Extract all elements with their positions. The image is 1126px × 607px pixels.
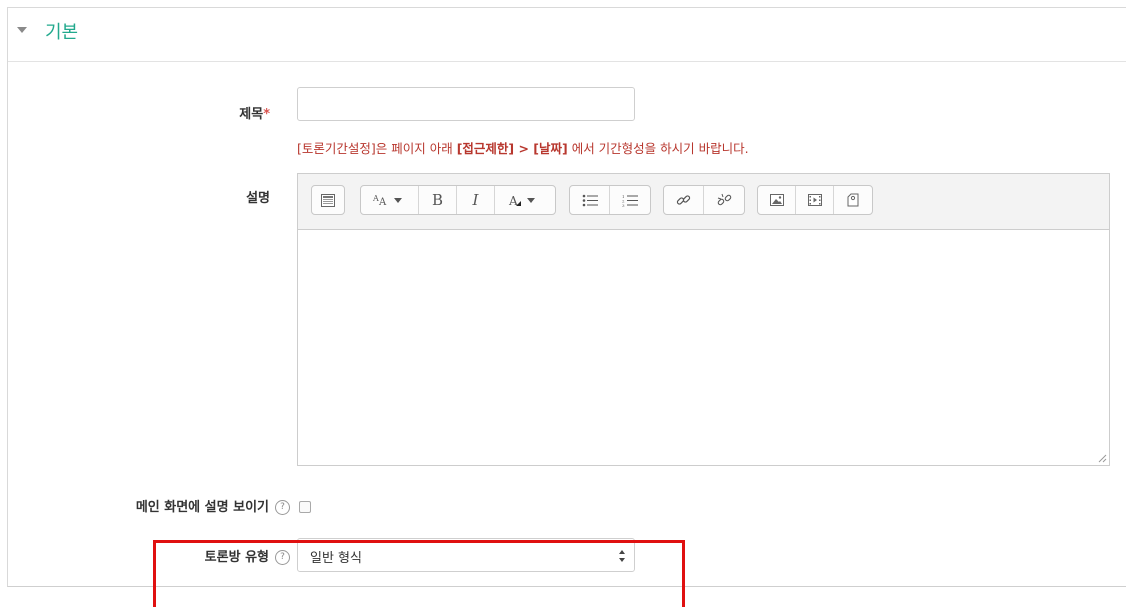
svg-text:A: A: [378, 197, 387, 207]
show-description-checkbox[interactable]: [299, 501, 311, 513]
resize-handle-icon[interactable]: [1098, 454, 1107, 463]
image-icon[interactable]: [758, 186, 796, 214]
help-icon[interactable]: ?: [275, 500, 290, 515]
unlink-icon[interactable]: [704, 186, 744, 214]
show-description-label: 메인 화면에 설명 보이기?: [40, 496, 290, 515]
svg-text:A: A: [372, 194, 379, 203]
manage-files-icon[interactable]: [834, 186, 872, 214]
bold-icon[interactable]: B: [419, 186, 457, 214]
svg-text:A: A: [508, 194, 518, 207]
section-header[interactable]: 기본: [8, 8, 1126, 62]
section-title[interactable]: 기본: [45, 18, 78, 44]
notice-text: [토론기간설정]은 페이지 아래 [접근제한] > [날짜] 에서 기간형성을 …: [297, 141, 749, 156]
numbered-list-icon[interactable]: 123: [610, 186, 650, 214]
editor-toolbar: AA B I A 123: [298, 174, 1109, 230]
bullet-list-icon[interactable]: [570, 186, 610, 214]
toolbar-group: AA B I A: [360, 185, 556, 215]
collapse-arrow-icon[interactable]: [17, 27, 27, 33]
font-color-icon[interactable]: A: [495, 186, 553, 214]
toolbar-group: [663, 185, 745, 215]
link-icon[interactable]: [664, 186, 704, 214]
description-editor[interactable]: AA B I A 123: [297, 173, 1110, 466]
toolbar-group: [311, 185, 345, 215]
svg-text:3: 3: [622, 203, 625, 207]
toolbar-toggle-icon[interactable]: [312, 186, 344, 214]
toolbar-group: [757, 185, 873, 215]
title-label: 제목*: [239, 107, 270, 122]
description-label: 설명: [246, 191, 270, 206]
toolbar-group: 123: [569, 185, 651, 215]
title-input[interactable]: [297, 87, 635, 121]
italic-icon[interactable]: I: [457, 186, 495, 214]
font-size-icon[interactable]: AA: [361, 186, 419, 214]
required-mark: *: [263, 107, 270, 122]
highlight-annotation: [153, 540, 685, 607]
media-icon[interactable]: [796, 186, 834, 214]
